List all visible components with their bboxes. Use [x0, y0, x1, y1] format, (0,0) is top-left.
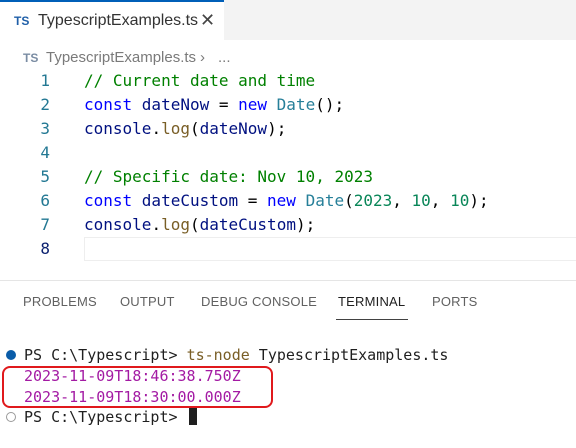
terminal-prompt: PS C:\Typescript> [24, 408, 187, 426]
typescript-file-icon: TS [14, 14, 30, 28]
tab-debug-console[interactable]: DEBUG CONSOLE [201, 294, 317, 309]
terminal-prompt: PS C:\Typescript> [24, 346, 187, 364]
tab-terminal[interactable]: TERMINAL [338, 294, 405, 309]
code-token: dateCustom [199, 215, 296, 234]
code-token: = [238, 191, 268, 210]
code-token: log [161, 119, 190, 138]
code-line[interactable]: 6 const dateCustom = new Date(2023, 10, 1… [0, 189, 576, 213]
command-pending-icon[interactable] [6, 412, 16, 422]
code-token: ( [189, 119, 200, 138]
terminal-prompt-line: PS C:\Typescript> [24, 407, 197, 427]
code-token: // Current date and time [84, 71, 316, 90]
code-text: // Current date and time [84, 69, 315, 93]
code-token: 2023 [353, 191, 393, 210]
code-token: . [151, 119, 162, 138]
line-number: 6 [40, 191, 50, 210]
code-token: 10 [411, 191, 431, 210]
code-token: , [430, 191, 451, 210]
terminal-command-arg: TypescriptExamples.ts [249, 346, 449, 364]
code-token: console [84, 215, 152, 234]
code-token: Date [305, 191, 345, 210]
output-highlight-annotation [2, 366, 273, 408]
code-line[interactable]: 4 [0, 141, 576, 165]
code-text: console.log(dateCustom); [84, 213, 315, 237]
line-number: 8 [40, 239, 50, 258]
terminal-command-line: PS C:\Typescript> ts-node TypescriptExam… [24, 345, 448, 365]
tab-output[interactable]: OUTPUT [120, 294, 175, 309]
line-number: 3 [40, 119, 50, 138]
chevron-right-icon: › [200, 49, 205, 66]
breadcrumb-more[interactable]: ... [218, 49, 231, 66]
code-token: console [84, 119, 152, 138]
code-text: const dateCustom = new Date(2023, 10, 10… [84, 189, 489, 213]
breadcrumb-file[interactable]: TypescriptExamples.ts [46, 49, 196, 66]
terminal-command: ts-node [186, 346, 250, 364]
code-token: . [151, 215, 162, 234]
code-token: ); [267, 119, 287, 138]
code-token: dateCustom [141, 191, 239, 210]
tab-title: TypescriptExamples.ts [38, 12, 199, 29]
breadcrumb: TS TypescriptExamples.ts › ... [0, 48, 576, 68]
code-line[interactable]: 1 // Current date and time [0, 69, 576, 93]
code-text: console.log(dateNow); [84, 117, 286, 141]
code-token: new [267, 191, 306, 210]
code-token: // Specific date: Nov 10, 2023 [84, 167, 373, 186]
code-token: ); [469, 191, 489, 210]
tab-problems[interactable]: PROBLEMS [23, 294, 97, 309]
code-line[interactable]: 2 const dateNow = new Date(); [0, 93, 576, 117]
code-token: log [161, 215, 190, 234]
code-line[interactable]: 3 console.log(dateNow); [0, 117, 576, 141]
code-line[interactable]: 5 // Specific date: Nov 10, 2023 [0, 165, 576, 189]
code-token: 10 [450, 191, 470, 210]
code-line[interactable]: 8 [0, 237, 576, 261]
editor-tab-strip: TS TypescriptExamples.ts ✕ [0, 0, 576, 40]
line-number: 5 [40, 167, 50, 186]
code-token: ( [344, 191, 354, 210]
line-number: 4 [40, 143, 50, 162]
close-icon[interactable]: ✕ [200, 10, 215, 31]
code-token: dateNow [141, 95, 210, 114]
panel-divider [0, 280, 576, 281]
command-success-icon[interactable] [6, 350, 16, 360]
code-token: Date [276, 95, 316, 114]
typescript-file-icon: TS [23, 51, 39, 65]
terminal-cursor [188, 408, 197, 425]
code-line[interactable]: 7 console.log(dateCustom); [0, 213, 576, 237]
code-text: // Specific date: Nov 10, 2023 [84, 165, 373, 189]
code-token: (); [315, 95, 345, 114]
line-number: 1 [40, 71, 50, 90]
code-token: const [84, 191, 142, 210]
code-token: ( [189, 215, 200, 234]
code-text: const dateNow = new Date(); [84, 93, 344, 117]
line-number: 2 [40, 95, 50, 114]
active-tab-indicator [336, 319, 408, 320]
line-number: 7 [40, 215, 50, 234]
code-token: new [238, 95, 277, 114]
panel-tabs: PROBLEMS OUTPUT DEBUG CONSOLE TERMINAL P… [0, 286, 576, 320]
tab-typescript-examples[interactable]: TS TypescriptExamples.ts ✕ [0, 0, 224, 40]
code-token: = [209, 95, 239, 114]
code-token: , [392, 191, 412, 210]
code-token: dateNow [199, 119, 268, 138]
code-editor[interactable]: 1 // Current date and time 2 const dateNow … [0, 68, 576, 261]
code-token: const [84, 95, 142, 114]
current-line-highlight [84, 237, 576, 261]
tab-ports[interactable]: PORTS [432, 294, 478, 309]
code-token: ); [295, 215, 316, 234]
